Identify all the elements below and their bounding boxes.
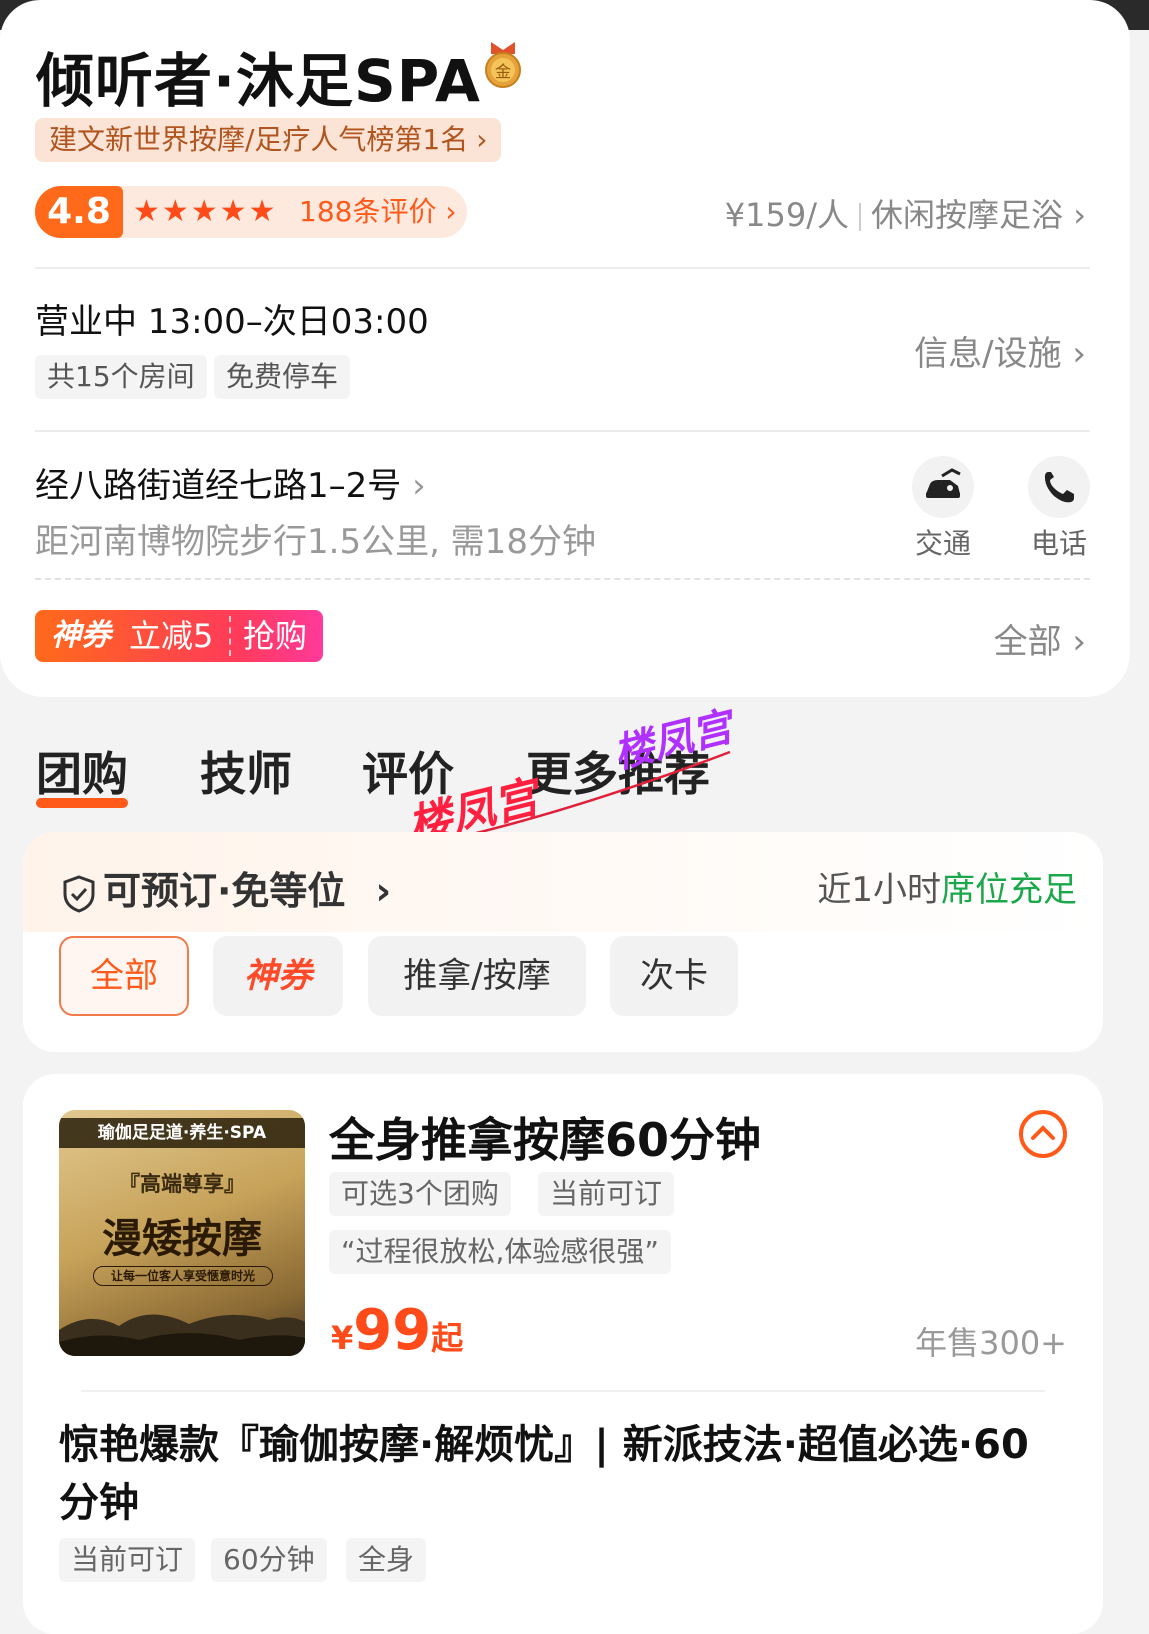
info-facilities-link[interactable]: 信息/设施 › <box>914 326 1086 375</box>
dashed-divider <box>35 578 1090 580</box>
deal2-duration-chip: 60分钟 <box>211 1538 327 1582</box>
divider <box>35 267 1090 269</box>
deal2-title[interactable]: 惊艳爆款『瑜伽按摩·解烦忧』| 新派技法·超值必选·60分钟 <box>59 1416 1049 1532</box>
filter-massage[interactable]: 推拿/按摩 <box>368 936 586 1016</box>
business-hours: 营业中 13:00–次日03:00 <box>35 302 429 342</box>
available-chip: 当前可订 <box>538 1172 675 1216</box>
review-quote-chip: “过程很放松,体验感很强” <box>329 1230 671 1274</box>
gold-medal-icon: 金 <box>485 42 521 88</box>
chevron-right-icon: › <box>412 466 426 506</box>
thumb-subtitle: 『高端尊享』 <box>119 1172 245 1196</box>
deal2-body-chip: 全身 <box>346 1538 427 1582</box>
shield-check-icon <box>63 874 95 913</box>
deals-card: 瑜伽足足道·养生·SPA 『高端尊享』 漫矮按摩 让每一位客人享受惬意时光 全身… <box>23 1074 1103 1634</box>
review-count-link[interactable]: 188条评价 › <box>299 186 457 238</box>
coupon-cut <box>229 616 231 656</box>
filter-coupon[interactable]: 神券 <box>213 936 343 1016</box>
coupon-brand: 神券 <box>51 618 111 653</box>
category-label: 休闲按摩足浴 <box>871 196 1064 234</box>
rooms-tag: 共15个房间 <box>35 355 207 399</box>
thumb-slogan: 让每一位客人享受惬意时光 <box>93 1266 273 1286</box>
address-link[interactable]: 经八路街道经七路1–2号 › <box>35 458 426 507</box>
seat-availability: 近1小时席位充足 <box>817 870 1077 910</box>
filter-card[interactable]: 次卡 <box>610 936 738 1016</box>
booking-header[interactable]: 可预订·免等位 › 近1小时席位充足 <box>23 832 1103 932</box>
chevron-right-icon: › <box>375 869 392 913</box>
phone-label: 电话 <box>1031 527 1088 560</box>
divider <box>81 1390 1045 1392</box>
deal-options-chip: 可选3个团购 <box>329 1172 511 1216</box>
thumb-title: 漫矮按摩 <box>102 1216 262 1262</box>
deal-thumbnail[interactable]: 瑜伽足足道·养生·SPA 『高端尊享』 漫矮按摩 让每一位客人享受惬意时光 <box>59 1110 305 1356</box>
coupon-grab-button[interactable]: 抢购 <box>243 610 307 662</box>
store-info-card: 倾听者·沐足SPA 金 建文新世界按摩/足疗人气榜第1名 › 4.8 ★★★★★ … <box>0 0 1130 697</box>
store-name: 倾听者·沐足SPA <box>36 47 481 115</box>
coupon-offer: 立减5 <box>129 617 214 655</box>
car-icon <box>926 468 961 498</box>
rating-score: 4.8 <box>35 186 123 238</box>
parking-tag: 免费停车 <box>214 355 351 399</box>
tab-group-buy[interactable]: 团购 <box>36 738 128 804</box>
price-category-link[interactable]: ¥159/人 休闲按摩足浴 › <box>725 190 1086 236</box>
rating-bar[interactable]: 4.8 ★★★★★ 188条评价 › <box>35 186 467 238</box>
ranking-text: 建文新世界按摩/足疗人气榜第1名 <box>49 123 469 156</box>
phone-icon <box>1044 472 1074 503</box>
chevron-right-icon: › <box>1073 196 1086 234</box>
collapse-icon[interactable] <box>1017 1108 1069 1160</box>
tab-technicians[interactable]: 技师 <box>200 738 292 804</box>
avg-price: ¥159/人 <box>724 196 850 234</box>
booking-card: 可预订·免等位 › 近1小时席位充足 全部 神券 推拿/按摩 次卡 <box>23 832 1103 1052</box>
active-tab-indicator <box>36 798 128 808</box>
all-coupons-link[interactable]: 全部 › <box>994 614 1086 663</box>
filter-all[interactable]: 全部 <box>59 936 189 1016</box>
chevron-right-icon: › <box>476 123 488 156</box>
annual-sales: 年售300+ <box>915 1324 1067 1362</box>
coupon-banner[interactable]: 神券 立减5 抢购 <box>35 610 323 662</box>
reservable-link[interactable]: 可预订·免等位 › <box>61 860 391 915</box>
ranking-badge[interactable]: 建文新世界按摩/足疗人气榜第1名 › <box>35 118 502 162</box>
divider <box>35 430 1090 432</box>
deal2-available-chip: 当前可订 <box>59 1538 196 1582</box>
distance-text: 距河南博物院步行1.5公里, 需18分钟 <box>35 522 596 562</box>
svg-text:金: 金 <box>495 62 511 81</box>
deal-title[interactable]: 全身推拿按摩60分钟 <box>329 1104 761 1170</box>
separator <box>859 203 862 231</box>
thumb-brand: 瑜伽足足道·养生·SPA <box>59 1118 305 1148</box>
transport-button[interactable] <box>912 456 974 518</box>
deal-price: ¥99起 <box>331 1298 464 1363</box>
star-rating-icon: ★★★★★ <box>133 194 278 229</box>
landscape-image <box>59 1314 305 1356</box>
transport-label: 交通 <box>915 527 972 560</box>
phone-button[interactable] <box>1028 456 1090 518</box>
